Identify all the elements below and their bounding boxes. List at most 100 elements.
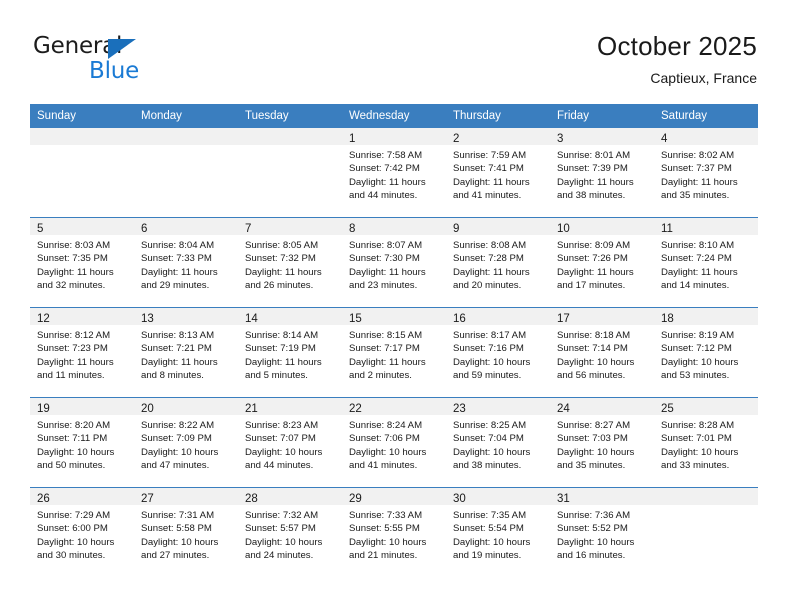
- day-number-bar: [238, 128, 342, 145]
- day-content: 26 Sunrise: 7:29 AM Sunset: 6:00 PM Dayligh…: [30, 488, 134, 577]
- brand-logo[interactable]: General Blue: [33, 33, 253, 85]
- calendar-week-row: 19 Sunrise: 8:20 AM Sunset: 7:11 PM Dayligh…: [30, 397, 758, 488]
- daylight-duration: Daylight: 10 hours and 27 minutes.: [141, 536, 219, 561]
- day-info: Sunrise: 8:02 AM Sunset: 7:37 PM Daylight:…: [654, 145, 758, 202]
- day-number-bar: 8: [342, 218, 446, 235]
- daylight-duration: Daylight: 10 hours and 35 minutes.: [557, 446, 635, 471]
- calendar-day-cell[interactable]: 17 Sunrise: 8:18 AM Sunset: 7:14 PM Dayligh…: [550, 307, 654, 398]
- calendar-day-cell[interactable]: 9 Sunrise: 8:08 AM Sunset: 7:28 PM Daylight…: [446, 217, 550, 308]
- sunrise-time: Sunrise: 8:20 AM: [37, 420, 111, 431]
- day-number-bar: 15: [342, 308, 446, 325]
- day-info: Sunrise: 7:31 AM Sunset: 5:58 PM Daylight:…: [134, 505, 238, 562]
- calendar-day-cell[interactable]: 6 Sunrise: 8:04 AM Sunset: 7:33 PM Daylight…: [134, 217, 238, 308]
- day-number: 23: [453, 403, 466, 415]
- calendar-day-cell[interactable]: 16 Sunrise: 8:17 AM Sunset: 7:16 PM Dayligh…: [446, 307, 550, 398]
- calendar-day-cell[interactable]: 23 Sunrise: 8:25 AM Sunset: 7:04 PM Dayligh…: [446, 397, 550, 488]
- day-number-bar: 27: [134, 488, 238, 505]
- day-info: Sunrise: 8:10 AM Sunset: 7:24 PM Daylight:…: [654, 235, 758, 292]
- calendar-day-cell[interactable]: 11 Sunrise: 8:10 AM Sunset: 7:24 PM Dayligh…: [654, 217, 758, 308]
- sunrise-time: Sunrise: 8:27 AM: [557, 420, 631, 431]
- calendar-week-row: 26 Sunrise: 7:29 AM Sunset: 6:00 PM Dayligh…: [30, 487, 758, 577]
- day-content: 1 Sunrise: 7:58 AM Sunset: 7:42 PM Daylight…: [342, 128, 446, 217]
- daylight-duration: Daylight: 10 hours and 56 minutes.: [557, 356, 635, 381]
- calendar-day-cell[interactable]: 26 Sunrise: 7:29 AM Sunset: 6:00 PM Dayligh…: [30, 487, 134, 577]
- day-info: Sunrise: 8:24 AM Sunset: 7:06 PM Daylight:…: [342, 415, 446, 472]
- day-info: Sunrise: 8:04 AM Sunset: 7:33 PM Daylight:…: [134, 235, 238, 292]
- day-info: Sunrise: 7:33 AM Sunset: 5:55 PM Daylight:…: [342, 505, 446, 562]
- daylight-duration: Daylight: 11 hours and 41 minutes.: [453, 176, 530, 201]
- daylight-duration: Daylight: 11 hours and 11 minutes.: [37, 356, 114, 381]
- day-number: 4: [661, 133, 668, 145]
- calendar-day-cell[interactable]: 24 Sunrise: 8:27 AM Sunset: 7:03 PM Dayligh…: [550, 397, 654, 488]
- day-content: 8 Sunrise: 8:07 AM Sunset: 7:30 PM Daylight…: [342, 218, 446, 307]
- calendar-day-cell[interactable]: 18 Sunrise: 8:19 AM Sunset: 7:12 PM Dayligh…: [654, 307, 758, 398]
- daylight-duration: Daylight: 11 hours and 2 minutes.: [349, 356, 426, 381]
- sunrise-time: Sunrise: 8:24 AM: [349, 420, 423, 431]
- calendar-day-cell[interactable]: 31 Sunrise: 7:36 AM Sunset: 5:52 PM Dayligh…: [550, 487, 654, 577]
- calendar-day-cell[interactable]: 10 Sunrise: 8:09 AM Sunset: 7:26 PM Dayligh…: [550, 217, 654, 308]
- calendar-day-cell[interactable]: 25 Sunrise: 8:28 AM Sunset: 7:01 PM Dayligh…: [654, 397, 758, 488]
- daylight-duration: Daylight: 10 hours and 19 minutes.: [453, 536, 531, 561]
- day-number-bar: 7: [238, 218, 342, 235]
- calendar-day-cell[interactable]: 27 Sunrise: 7:31 AM Sunset: 5:58 PM Dayligh…: [134, 487, 238, 577]
- sunset-time: Sunset: 7:33 PM: [141, 253, 212, 265]
- day-content: 12 Sunrise: 8:12 AM Sunset: 7:23 PM Dayligh…: [30, 308, 134, 397]
- calendar-day-cell: [30, 128, 134, 218]
- calendar-day-cell[interactable]: 2 Sunrise: 7:59 AM Sunset: 7:41 PM Daylight…: [446, 128, 550, 218]
- calendar-day-cell[interactable]: 20 Sunrise: 8:22 AM Sunset: 7:09 PM Dayligh…: [134, 397, 238, 488]
- calendar-day-cell[interactable]: 5 Sunrise: 8:03 AM Sunset: 7:35 PM Daylight…: [30, 217, 134, 308]
- sunset-time: Sunset: 7:16 PM: [453, 343, 524, 355]
- day-content: 21 Sunrise: 8:23 AM Sunset: 7:07 PM Dayligh…: [238, 398, 342, 487]
- calendar-day-cell[interactable]: 30 Sunrise: 7:35 AM Sunset: 5:54 PM Dayligh…: [446, 487, 550, 577]
- day-number: 20: [141, 403, 154, 415]
- day-content: 31 Sunrise: 7:36 AM Sunset: 5:52 PM Dayligh…: [550, 488, 654, 577]
- daylight-duration: Daylight: 11 hours and 17 minutes.: [557, 266, 634, 291]
- calendar-page: General Blue October 2025 Captieux, Fran…: [0, 0, 792, 612]
- calendar-day-cell[interactable]: 28 Sunrise: 7:32 AM Sunset: 5:57 PM Dayligh…: [238, 487, 342, 577]
- day-number: 7: [245, 223, 252, 235]
- day-info: Sunrise: 8:03 AM Sunset: 7:35 PM Daylight:…: [30, 235, 134, 292]
- calendar-day-cell[interactable]: 4 Sunrise: 8:02 AM Sunset: 7:37 PM Daylight…: [654, 128, 758, 218]
- day-number-bar: 16: [446, 308, 550, 325]
- sunset-time: Sunset: 7:17 PM: [349, 343, 420, 355]
- calendar-day-cell[interactable]: 12 Sunrise: 8:12 AM Sunset: 7:23 PM Dayligh…: [30, 307, 134, 398]
- sunrise-time: Sunrise: 7:32 AM: [245, 510, 319, 521]
- calendar-day-cell[interactable]: 21 Sunrise: 8:23 AM Sunset: 7:07 PM Dayligh…: [238, 397, 342, 488]
- sunrise-time: Sunrise: 8:22 AM: [141, 420, 215, 431]
- day-number-bar: 10: [550, 218, 654, 235]
- calendar-day-cell[interactable]: 3 Sunrise: 8:01 AM Sunset: 7:39 PM Daylight…: [550, 128, 654, 218]
- calendar-day-cell: [238, 128, 342, 218]
- day-number: 27: [141, 493, 154, 505]
- sunset-time: Sunset: 7:07 PM: [245, 433, 316, 445]
- day-content: 2 Sunrise: 7:59 AM Sunset: 7:41 PM Daylight…: [446, 128, 550, 217]
- calendar-day-cell[interactable]: 7 Sunrise: 8:05 AM Sunset: 7:32 PM Daylight…: [238, 217, 342, 308]
- sunrise-time: Sunrise: 8:28 AM: [661, 420, 735, 431]
- title-block: October 2025 Captieux, France: [597, 30, 757, 87]
- day-number: 21: [245, 403, 258, 415]
- day-number: 16: [453, 313, 466, 325]
- day-number: 15: [349, 313, 362, 325]
- day-info: Sunrise: 7:32 AM Sunset: 5:57 PM Daylight:…: [238, 505, 342, 562]
- day-content: 7 Sunrise: 8:05 AM Sunset: 7:32 PM Daylight…: [238, 218, 342, 307]
- page-subtitle: Captieux, France: [650, 70, 757, 86]
- calendar-day-cell[interactable]: 8 Sunrise: 8:07 AM Sunset: 7:30 PM Daylight…: [342, 217, 446, 308]
- brand-name-blue: Blue: [89, 58, 140, 84]
- day-number: 3: [557, 133, 564, 145]
- calendar-day-cell[interactable]: 22 Sunrise: 8:24 AM Sunset: 7:06 PM Dayligh…: [342, 397, 446, 488]
- day-number: 13: [141, 313, 154, 325]
- calendar-day-cell[interactable]: 15 Sunrise: 8:15 AM Sunset: 7:17 PM Dayligh…: [342, 307, 446, 398]
- day-number-bar: 18: [654, 308, 758, 325]
- page-title: October 2025: [597, 31, 757, 61]
- day-number-bar: 6: [134, 218, 238, 235]
- sunset-time: Sunset: 7:12 PM: [661, 343, 732, 355]
- daylight-duration: Daylight: 11 hours and 35 minutes.: [661, 176, 738, 201]
- sunrise-time: Sunrise: 8:18 AM: [557, 330, 631, 341]
- calendar-day-cell[interactable]: 29 Sunrise: 7:33 AM Sunset: 5:55 PM Dayligh…: [342, 487, 446, 577]
- calendar-day-cell[interactable]: 19 Sunrise: 8:20 AM Sunset: 7:11 PM Dayligh…: [30, 397, 134, 488]
- calendar-day-cell[interactable]: 1 Sunrise: 7:58 AM Sunset: 7:42 PM Daylight…: [342, 128, 446, 218]
- empty-day: [134, 128, 238, 217]
- day-number-bar: [30, 128, 134, 145]
- calendar-day-cell[interactable]: 13 Sunrise: 8:13 AM Sunset: 7:21 PM Dayligh…: [134, 307, 238, 398]
- calendar-day-cell[interactable]: 14 Sunrise: 8:14 AM Sunset: 7:19 PM Dayligh…: [238, 307, 342, 398]
- day-info: Sunrise: 8:27 AM Sunset: 7:03 PM Daylight:…: [550, 415, 654, 472]
